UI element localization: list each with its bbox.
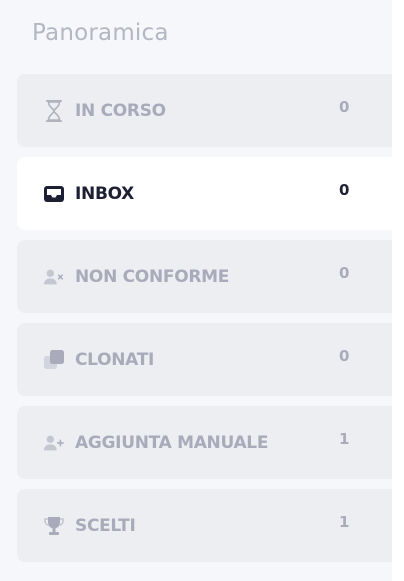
- sidebar-item-clonati[interactable]: CLONATI 0: [17, 323, 392, 396]
- sidebar-item-inbox[interactable]: INBOX 0: [17, 157, 392, 230]
- sidebar-item-label: INBOX: [75, 183, 134, 204]
- sidebar-item-label: SCELTI: [75, 515, 136, 536]
- user-x-icon: [43, 266, 65, 288]
- sidebar-item-count: 1: [339, 513, 350, 531]
- content-edge: [392, 0, 404, 581]
- copy-icon: [43, 349, 65, 371]
- sidebar-item-count: 1: [339, 430, 350, 448]
- sidebar-item-count: 0: [339, 98, 350, 116]
- sidebar-item-count: 0: [339, 264, 350, 282]
- user-plus-icon: [43, 432, 65, 454]
- sidebar-item-aggiunta-manuale[interactable]: AGGIUNTA MANUALE 1: [17, 406, 392, 479]
- sidebar-item-non-conforme[interactable]: NON CONFORME 0: [17, 240, 392, 313]
- sidebar-item-label: AGGIUNTA MANUALE: [75, 432, 269, 453]
- inbox-icon: [43, 183, 65, 205]
- sidebar-item-label: IN CORSO: [75, 100, 166, 121]
- sidebar-item-scelti[interactable]: SCELTI 1: [17, 489, 392, 562]
- sidebar-item-label: NON CONFORME: [75, 266, 230, 287]
- trophy-icon: [43, 515, 65, 537]
- sidebar-item-label: CLONATI: [75, 349, 155, 370]
- sidebar-list: IN CORSO 0 INBOX 0 NON CONFORME 0 CLONAT…: [17, 74, 392, 572]
- hourglass-icon: [43, 99, 65, 122]
- sidebar-item-count: 0: [339, 347, 350, 365]
- sidebar-item-in-corso[interactable]: IN CORSO 0: [17, 74, 392, 147]
- sidebar-item-count: 0: [339, 181, 350, 199]
- sidebar-title: Panoramica: [32, 20, 169, 46]
